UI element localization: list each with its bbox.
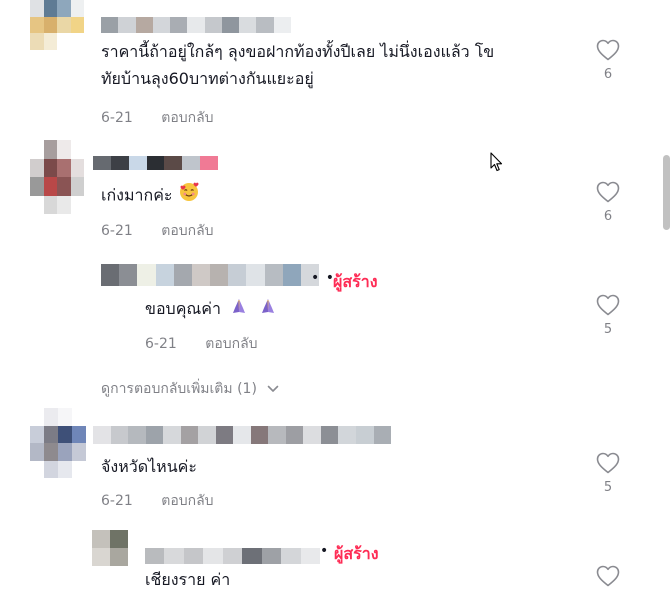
chevron-down-icon	[267, 381, 279, 397]
heart-icon	[592, 181, 624, 203]
comment-text: ราคานี้ถ้าอยู่ใกล้ๆ ลุงขอฝากท้องทั้งปีเล…	[101, 38, 494, 92]
reply-avatar-and-username[interactable]	[101, 264, 319, 286]
creator-badge: ผู้สร้าง	[334, 544, 379, 563]
comment-section: ราคานี้ถ้าอยู่ใกล้ๆ ลุงขอฝากท้องทั้งปีเล…	[0, 0, 672, 607]
like-count: 5	[603, 480, 613, 495]
folded-hands-icon	[259, 296, 277, 323]
reply-button[interactable]: ตอบกลับ	[205, 336, 257, 352]
mouse-cursor-icon	[490, 152, 504, 176]
reply-meta: 6-21 ตอบกลับ	[145, 333, 258, 355]
view-more-replies-button[interactable]: ดูการตอบกลับเพิ่มเติม (1)	[101, 378, 279, 400]
comment-date: 6-21	[101, 493, 133, 509]
reply-button[interactable]: ตอบกลับ	[161, 110, 213, 126]
reply-button[interactable]: ตอบกลับ	[161, 493, 213, 509]
like-button[interactable]: 6	[592, 39, 624, 82]
comment-meta: 6-21 ตอบกลับ	[101, 490, 214, 512]
scrollbar-thumb[interactable]	[663, 155, 670, 230]
reply-text-line: เชียงราย ค่า	[145, 570, 231, 589]
username[interactable]	[93, 426, 391, 444]
separator-dots: • •	[311, 270, 335, 286]
comment-date: 6-21	[101, 110, 133, 126]
like-count: 6	[603, 209, 613, 224]
username[interactable]	[93, 156, 218, 170]
like-button[interactable]: 6	[592, 181, 624, 224]
like-count: 5	[603, 322, 613, 337]
avatar[interactable]	[30, 140, 84, 214]
reply-text: เชียงราย ค่า	[145, 566, 230, 593]
view-more-replies-label: ดูการตอบกลับเพิ่มเติม (1)	[101, 381, 257, 397]
like-count: 6	[603, 67, 613, 82]
folded-hands-icon	[230, 296, 248, 323]
comment-date: 6-21	[101, 223, 133, 239]
creator-badge: ผู้สร้าง	[333, 272, 378, 291]
reply-button[interactable]: ตอบกลับ	[161, 223, 213, 239]
heart-icon	[592, 565, 624, 587]
reply-date: 6-21	[145, 336, 177, 352]
comment-text-line: เก่งมากค่ะ	[101, 185, 173, 205]
like-button[interactable]	[592, 565, 624, 587]
reply-avatar[interactable]	[92, 530, 128, 566]
avatar[interactable]	[30, 408, 86, 478]
comment-text-line: ทัยบ้านลุง60บาทต่างกันแยะอยู่	[101, 69, 314, 88]
username[interactable]	[101, 17, 291, 33]
comment-meta: 6-21 ตอบกลับ	[101, 220, 214, 242]
comment-text-line: ราคานี้ถ้าอยู่ใกล้ๆ ลุงขอฝากท้องทั้งปีเล…	[101, 42, 495, 61]
reply-text: ขอบคุณค่า	[145, 295, 277, 323]
smiling-face-with-hearts-icon	[178, 181, 200, 211]
comment-meta: 6-21 ตอบกลับ	[101, 107, 214, 129]
separator-dots: •	[320, 543, 330, 559]
scrollbar[interactable]	[662, 155, 672, 230]
heart-icon	[592, 39, 624, 61]
avatar[interactable]	[30, 0, 84, 50]
comment-text: จังหวัดไหนค่ะ	[101, 453, 197, 480]
heart-icon	[592, 294, 624, 316]
comment-text: เก่งมากค่ะ	[101, 181, 200, 211]
reply-text-line: ขอบคุณค่า	[145, 299, 221, 318]
like-button[interactable]: 5	[592, 294, 624, 337]
username[interactable]	[145, 548, 320, 564]
heart-icon	[592, 452, 624, 474]
like-button[interactable]: 5	[592, 452, 624, 495]
comment-text-line: จังหวัดไหนค่ะ	[101, 457, 197, 476]
